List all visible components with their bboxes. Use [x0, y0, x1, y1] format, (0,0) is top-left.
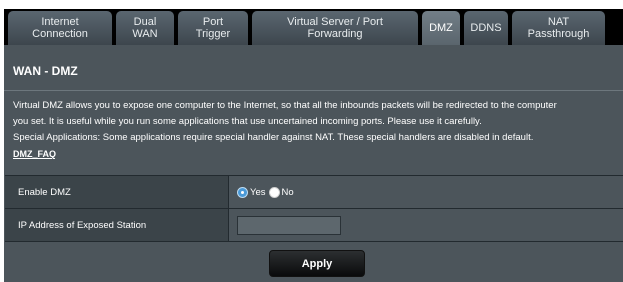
description-line-3: Special Applications: Some applications … [13, 132, 534, 143]
enable-dmz-no-label: No [281, 186, 294, 198]
tab-internet-connection[interactable]: Internet Connection [8, 11, 112, 45]
tab-nat-passthrough[interactable]: NAT Passthrough [512, 11, 605, 45]
exposed-station-label: IP Address of Exposed Station [5, 209, 229, 241]
enable-dmz-yes-option[interactable]: Yes [237, 186, 266, 198]
description: Virtual DMZ allows you to expose one com… [13, 98, 623, 163]
title-divider [4, 90, 623, 91]
exposed-station-ip-input[interactable] [237, 215, 341, 235]
tab-ddns[interactable]: DDNS [464, 11, 508, 45]
dmz-faq-link[interactable]: DMZ_FAQ [13, 149, 56, 159]
settings-table: Enable DMZ Yes No IP Address of Exposed … [5, 175, 623, 242]
tab-dmz[interactable]: DMZ [422, 11, 460, 45]
description-line-1: Virtual DMZ allows you to expose one com… [13, 100, 557, 111]
enable-dmz-value: Yes No [229, 176, 623, 208]
tab-bar: Internet Connection Dual WAN Port Trigge… [4, 9, 623, 45]
radio-unchecked-icon[interactable] [268, 186, 280, 198]
dmz-panel: WAN - DMZ Virtual DMZ allows you to expo… [4, 45, 623, 282]
tab-virtual-server[interactable]: Virtual Server / Port Forwarding [252, 11, 418, 45]
router-admin-frame: Internet Connection Dual WAN Port Trigge… [0, 0, 623, 282]
table-row: IP Address of Exposed Station [5, 209, 623, 242]
enable-dmz-no-option[interactable]: No [268, 186, 294, 198]
page-title: WAN - DMZ [13, 64, 78, 78]
exposed-station-value [229, 209, 623, 241]
description-line-2: you set. It is useful while you run some… [13, 116, 482, 127]
enable-dmz-label: Enable DMZ [5, 176, 229, 208]
tab-port-trigger[interactable]: Port Trigger [178, 11, 248, 45]
table-row: Enable DMZ Yes No [5, 176, 623, 209]
tab-dual-wan[interactable]: Dual WAN [116, 11, 174, 45]
enable-dmz-yes-label: Yes [250, 186, 266, 198]
apply-button[interactable]: Apply [269, 250, 365, 277]
radio-checked-icon[interactable] [237, 186, 248, 198]
